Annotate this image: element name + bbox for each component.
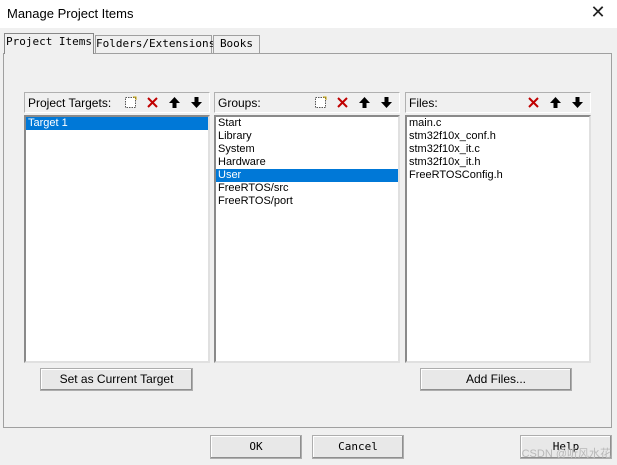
cancel-button[interactable]: Cancel xyxy=(312,435,404,459)
list-item[interactable]: stm32f10x_it.h xyxy=(407,156,589,169)
list-item[interactable]: Hardware xyxy=(216,156,398,169)
list-item[interactable]: stm32f10x_conf.h xyxy=(407,130,589,143)
tab-project-items[interactable]: Project Items xyxy=(4,33,94,54)
list-item[interactable]: User xyxy=(216,169,398,182)
move-down-icon[interactable] xyxy=(569,94,586,111)
list-item[interactable]: stm32f10x_it.c xyxy=(407,143,589,156)
files-header: Files: xyxy=(405,92,591,113)
close-icon[interactable]: ✕ xyxy=(587,2,609,24)
list-item[interactable]: main.c xyxy=(407,117,589,130)
move-down-icon[interactable] xyxy=(378,94,395,111)
list-item[interactable]: FreeRTOS/port xyxy=(216,195,398,208)
targets-list[interactable]: Target 1 xyxy=(24,115,210,363)
groups-list[interactable]: Start Library System Hardware User FreeRTOS/s… xyxy=(214,115,400,363)
tab-folders-extensions[interactable]: Folders/Extensions xyxy=(95,35,215,53)
targets-label: Project Targets: xyxy=(28,96,112,110)
list-item[interactable]: FreeRTOS/src xyxy=(216,182,398,195)
title-bar: Manage Project Items ✕ xyxy=(0,0,617,28)
move-up-icon[interactable] xyxy=(356,94,373,111)
list-item[interactable]: System xyxy=(216,143,398,156)
targets-header: Project Targets: xyxy=(24,92,210,113)
move-down-icon[interactable] xyxy=(188,94,205,111)
groups-header: Groups: xyxy=(214,92,400,113)
delete-icon[interactable] xyxy=(334,94,351,111)
add-files-button[interactable]: Add Files... xyxy=(420,368,572,391)
window-title: Manage Project Items xyxy=(7,6,134,21)
list-item[interactable]: Library xyxy=(216,130,398,143)
new-icon[interactable] xyxy=(312,94,329,111)
watermark: CSDN @听风水花 xyxy=(521,448,611,460)
delete-icon[interactable] xyxy=(525,94,542,111)
move-up-icon[interactable] xyxy=(547,94,564,111)
tab-books[interactable]: Books xyxy=(213,35,260,53)
set-current-target-button[interactable]: Set as Current Target xyxy=(40,368,193,391)
ok-button[interactable]: OK xyxy=(210,435,302,459)
delete-icon[interactable] xyxy=(144,94,161,111)
files-label: Files: xyxy=(409,96,438,110)
list-item[interactable]: Target 1 xyxy=(26,117,208,130)
new-icon[interactable] xyxy=(122,94,139,111)
list-item[interactable]: FreeRTOSConfig.h xyxy=(407,169,589,182)
groups-label: Groups: xyxy=(218,96,261,110)
move-up-icon[interactable] xyxy=(166,94,183,111)
files-list[interactable]: main.c stm32f10x_conf.h stm32f10x_it.c stm3… xyxy=(405,115,591,363)
list-item[interactable]: Start xyxy=(216,117,398,130)
